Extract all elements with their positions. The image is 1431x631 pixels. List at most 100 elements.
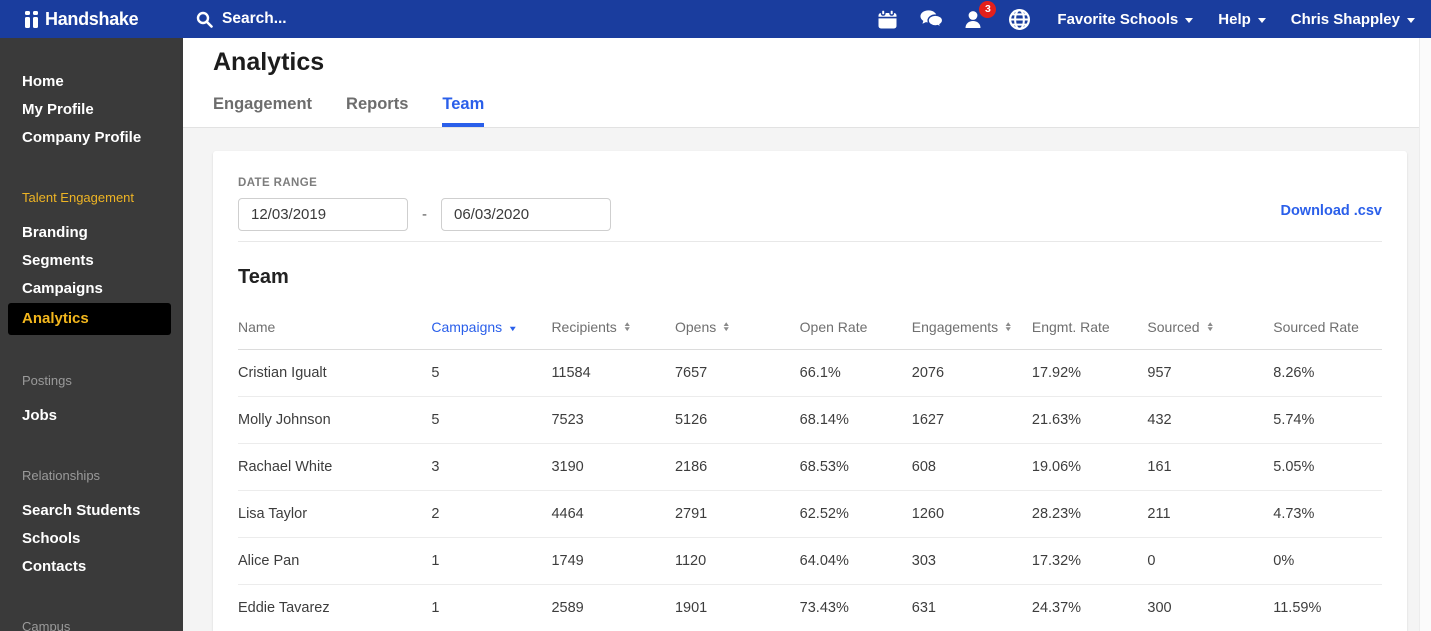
cell-recipients: 3190 <box>551 443 675 491</box>
cell-name: Alice Pan <box>238 537 432 585</box>
handshake-logo[interactable]: Handshake <box>0 9 183 30</box>
chevron-down-icon <box>1185 17 1194 23</box>
sidebar-item-company-profile[interactable]: Company Profile <box>0 124 183 152</box>
topbar: Handshake 3 Favorite Schools Help Chris … <box>0 0 1431 38</box>
date-range-separator: - <box>422 206 427 223</box>
cell-campaigns: 1 <box>431 584 552 631</box>
section-divider <box>238 241 1382 242</box>
date-range-label: DATE RANGE <box>238 177 318 189</box>
notification-badge: 3 <box>979 0 997 18</box>
user-menu[interactable]: Chris Shappley <box>1291 11 1415 28</box>
sort-icon: ▲ ▼ <box>1205 320 1215 334</box>
cell-sourced: 957 <box>1147 349 1274 397</box>
chevron-down-icon <box>1257 17 1266 23</box>
cell-sourced: 0 <box>1147 537 1274 585</box>
chevron-down-icon <box>1407 17 1415 23</box>
connections-icon[interactable]: 3 <box>963 0 997 32</box>
date-from-input[interactable] <box>238 198 408 231</box>
help-label: Help <box>1218 10 1251 28</box>
main-content: DATE RANGE - Download .csv Team Name C <box>183 128 1419 631</box>
date-to-input[interactable] <box>441 198 611 231</box>
cell-engmt-rate: 19.06% <box>1031 443 1148 491</box>
date-range-block: DATE RANGE - <box>238 177 611 231</box>
sort-desc-icon: ▼ <box>507 323 518 333</box>
column-header-engagements[interactable]: Engagements ▲ ▼ <box>911 307 1032 350</box>
cell-engagements: 631 <box>911 584 1032 631</box>
user-name: Chris Shappley <box>1290 10 1400 28</box>
cell-campaigns: 5 <box>431 396 552 444</box>
tab-engagement[interactable]: Engagement <box>213 95 312 127</box>
messages-icon[interactable] <box>919 7 944 32</box>
cell-open-rate: 64.04% <box>799 537 912 585</box>
column-header-sourced-rate: Sourced Rate <box>1273 307 1382 350</box>
scrollbar[interactable] <box>1419 38 1431 631</box>
calendar-icon[interactable] <box>875 7 900 32</box>
brand-name: Handshake <box>45 8 139 29</box>
cell-recipients: 11584 <box>551 349 675 397</box>
team-table-body: Cristian Igualt 5 11584 7657 66.1% 2076 … <box>238 349 1382 631</box>
cell-name: Rachael White <box>238 443 432 491</box>
download-csv-link[interactable]: Download .csv <box>1280 203 1382 219</box>
table-row: Alice Pan 1 1749 1120 64.04% 303 17.32% … <box>238 537 1382 585</box>
cell-engagements: 303 <box>911 537 1032 585</box>
cell-opens: 1120 <box>674 537 800 585</box>
handshake-logo-icon <box>25 10 38 28</box>
page-title: Analytics <box>213 48 325 76</box>
team-analytics-card: DATE RANGE - Download .csv Team Name C <box>213 151 1407 631</box>
favorite-schools-menu[interactable]: Favorite Schools <box>1057 10 1194 28</box>
cell-engmt-rate: 17.32% <box>1031 537 1148 585</box>
table-row: Eddie Tavarez 1 2589 1901 73.43% 631 24.… <box>238 584 1382 631</box>
sidebar-item-campaigns[interactable]: Campaigns <box>0 275 183 303</box>
cell-sourced: 161 <box>1147 443 1274 491</box>
cell-open-rate: 73.43% <box>799 584 912 631</box>
cell-sourced-rate: 0% <box>1273 537 1382 585</box>
sort-icon: ▲ ▼ <box>1004 320 1013 334</box>
column-header-campaigns[interactable]: Campaigns ▼ <box>431 307 552 350</box>
cell-engmt-rate: 17.92% <box>1031 349 1148 397</box>
cell-open-rate: 62.52% <box>799 490 912 538</box>
tab-team[interactable]: Team <box>442 95 485 127</box>
sort-icon: ▲ ▼ <box>722 320 731 334</box>
column-header-recipients[interactable]: Recipients ▲ ▼ <box>551 307 675 350</box>
table-header-row: Name Campaigns ▼ Recipients ▲ ▼ Opens ▲ ▼ Ope… <box>238 307 1382 350</box>
cell-engagements: 2076 <box>911 349 1032 397</box>
search-icon <box>196 11 213 28</box>
column-header-name: Name <box>238 307 432 350</box>
column-header-opens[interactable]: Opens ▲ ▼ <box>674 307 800 350</box>
sidebar-item-search-students[interactable]: Search Students <box>0 497 183 525</box>
sort-icon: ▲ ▼ <box>622 320 632 334</box>
sidebar: Home My Profile Company Profile Talent E… <box>0 38 183 631</box>
cell-engagements: 1627 <box>911 396 1032 444</box>
cell-open-rate: 68.14% <box>799 396 912 444</box>
team-table: Name Campaigns ▼ Recipients ▲ ▼ Opens ▲ ▼ Ope… <box>238 307 1382 631</box>
sidebar-item-my-profile[interactable]: My Profile <box>0 96 183 124</box>
globe-icon[interactable] <box>1007 7 1032 32</box>
column-header-sourced[interactable]: Sourced ▲ ▼ <box>1147 307 1274 350</box>
topbar-actions: 3 Favorite Schools Help Chris Shappley <box>875 0 1431 32</box>
sidebar-section-postings: Postings <box>22 373 72 388</box>
sidebar-item-jobs[interactable]: Jobs <box>0 402 183 430</box>
sidebar-item-analytics[interactable]: Analytics <box>8 303 171 335</box>
cell-sourced-rate: 8.26% <box>1273 349 1382 397</box>
sidebar-item-home[interactable]: Home <box>0 68 183 96</box>
global-search[interactable] <box>196 10 462 28</box>
cell-sourced-rate: 5.74% <box>1273 396 1382 444</box>
cell-opens: 5126 <box>674 396 800 444</box>
cell-engagements: 1260 <box>911 490 1032 538</box>
sidebar-item-contacts[interactable]: Contacts <box>0 553 183 581</box>
help-menu[interactable]: Help <box>1218 11 1266 28</box>
sidebar-item-segments[interactable]: Segments <box>0 247 183 275</box>
cell-engmt-rate: 28.23% <box>1031 490 1148 538</box>
table-row: Cristian Igualt 5 11584 7657 66.1% 2076 … <box>238 349 1382 397</box>
sidebar-item-schools[interactable]: Schools <box>0 525 183 553</box>
column-header-engmt-rate: Engmt. Rate <box>1031 307 1148 350</box>
sidebar-item-branding[interactable]: Branding <box>0 219 183 247</box>
tab-reports[interactable]: Reports <box>346 95 408 127</box>
cell-opens: 7657 <box>674 349 800 397</box>
cell-opens: 1901 <box>674 584 800 631</box>
cell-opens: 2186 <box>674 443 800 491</box>
team-table-title: Team <box>238 266 289 288</box>
favorite-schools-label: Favorite Schools <box>1057 10 1179 28</box>
search-input[interactable] <box>222 10 462 28</box>
cell-engmt-rate: 24.37% <box>1031 584 1148 631</box>
